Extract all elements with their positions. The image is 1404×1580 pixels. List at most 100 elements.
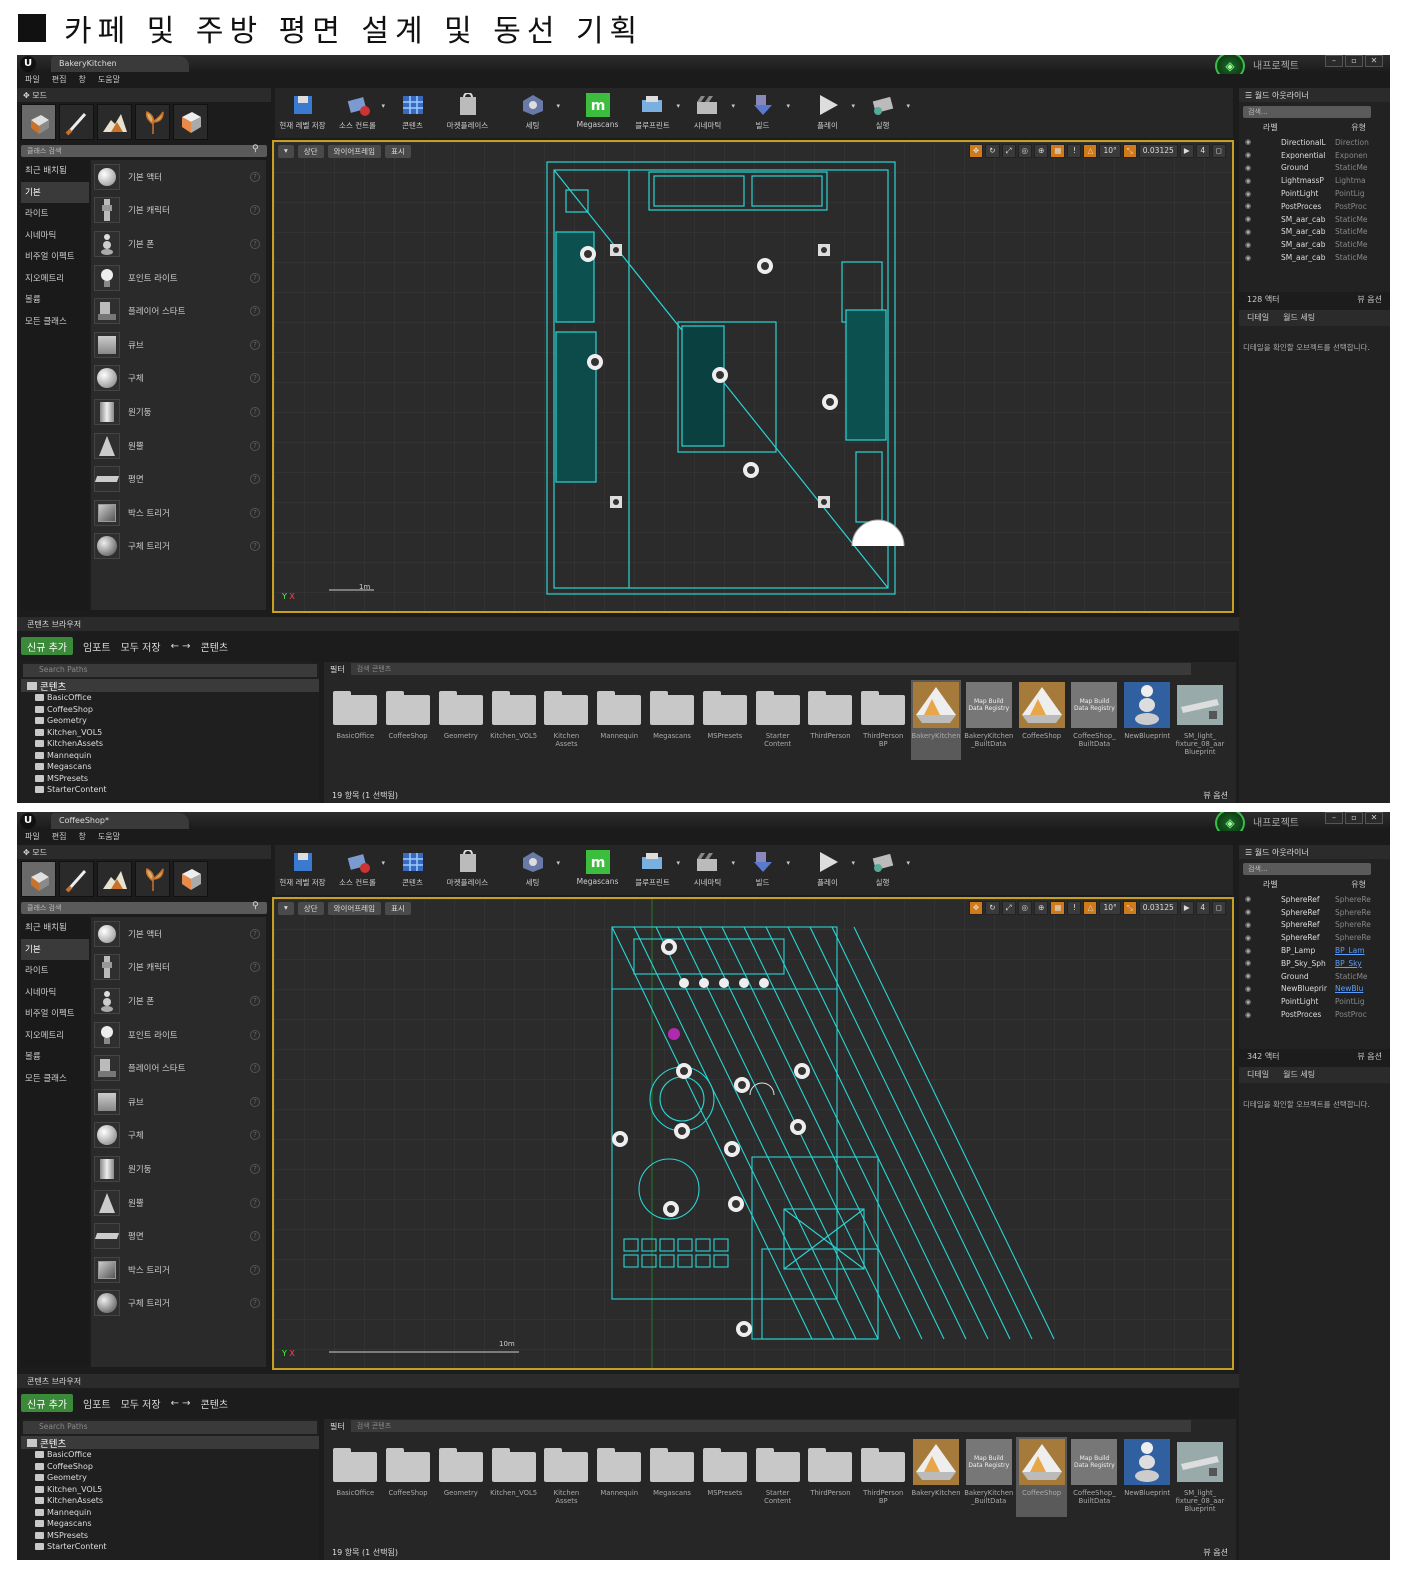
visibility-eye-icon[interactable]: ◉ (1245, 151, 1255, 159)
close-button[interactable]: ✕ (1365, 812, 1383, 824)
dropdown-arrow-icon[interactable]: ▾ (556, 102, 560, 110)
import-button[interactable]: 임포트 (83, 1396, 111, 1411)
asset-tile[interactable]: Mannequin (594, 1437, 645, 1517)
world-local-icon[interactable]: ◎ (1017, 144, 1033, 158)
asset-tile[interactable]: CoffeeShop (383, 680, 434, 760)
outliner-search-input[interactable]: 검색... (1243, 106, 1371, 118)
asset-tile[interactable]: Kitchen Assets (541, 680, 592, 760)
place-item-basic-actor[interactable]: 기본 액터? (91, 160, 266, 194)
cinematics-button[interactable]: 시네마틱 ▾ (680, 88, 735, 138)
place-item-basic-pawn[interactable]: 기본 폰? (91, 227, 266, 261)
outliner-row[interactable]: ◉ PointLight PointLig (1239, 187, 1390, 200)
outliner-row[interactable]: ◉ BP_Sky_Sph BP_Sky (1239, 957, 1390, 970)
world-local-icon[interactable]: ◎ (1017, 901, 1033, 915)
help-icon[interactable]: ? (250, 1298, 260, 1309)
menu-item[interactable]: 창 (78, 74, 85, 88)
asset-tile[interactable]: Map Build Data Registry CoffeeShop_ Built… (1069, 1437, 1120, 1517)
rotation-snap-value[interactable]: 10° (1099, 144, 1121, 158)
outliner-row[interactable]: ◉ PostProces PostProc (1239, 1008, 1390, 1021)
tree-folder[interactable]: StarterContent (21, 784, 319, 796)
category-item[interactable]: 기본 (21, 938, 89, 960)
view-mode-button[interactable]: 와이어프레임 (327, 144, 381, 158)
asset-tile[interactable]: Megascans (647, 680, 698, 760)
category-item[interactable]: 기본 (21, 181, 89, 203)
paint-mode-icon[interactable] (59, 861, 94, 897)
place-item-basic-pawn[interactable]: 기본 폰? (91, 984, 266, 1018)
help-icon[interactable]: ? (250, 474, 260, 485)
launch-button[interactable]: 실행 ▾ (855, 88, 910, 138)
type-column-header[interactable]: 유형 (1351, 879, 1366, 893)
maximize-viewport-icon[interactable]: ◻ (1211, 144, 1226, 158)
help-icon[interactable]: ? (250, 205, 260, 216)
rotation-snap-icon[interactable]: △ (1083, 144, 1098, 158)
launch-button[interactable]: 실행 ▾ (855, 845, 910, 895)
help-icon[interactable]: ? (250, 1029, 260, 1040)
maximize-viewport-icon[interactable]: ◻ (1211, 901, 1226, 915)
place-item-cube[interactable]: 큐브? (91, 1085, 266, 1119)
search-paths-input[interactable]: Search Paths (23, 664, 317, 677)
tree-root-content[interactable]: 콘텐츠 (21, 679, 319, 693)
actor-type[interactable]: NewBlu (1335, 984, 1363, 993)
scale-snap-icon[interactable]: ⤡ (1122, 144, 1137, 158)
place-mode-icon[interactable] (21, 104, 56, 140)
paint-mode-icon[interactable] (59, 104, 94, 140)
filters-button[interactable]: 필터 (330, 1421, 345, 1432)
visibility-eye-icon[interactable]: ◉ (1245, 202, 1255, 210)
outliner-row[interactable]: ◉ PointLight PointLig (1239, 995, 1390, 1008)
visibility-eye-icon[interactable]: ◉ (1245, 895, 1255, 903)
help-icon[interactable]: ? (250, 962, 260, 973)
maximize-button[interactable]: ▫ (1345, 812, 1363, 824)
visibility-eye-icon[interactable]: ◉ (1245, 921, 1255, 929)
asset-tile[interactable]: Geometry (436, 680, 487, 760)
details-tab[interactable]: 디테일 (1247, 312, 1269, 324)
place-item-player-start[interactable]: 플레이어 스타트? (91, 294, 266, 328)
tree-folder[interactable]: Mannequin (21, 750, 319, 762)
level-viewport[interactable]: ▾ 상단 와이어프레임 표시 ✥ ↻ ⤢ ◎ ⊕ ▦! △ 10° ⤡ 0.03125 ▶ 4 ◻ 1m Y X (272, 140, 1234, 613)
outliner-row[interactable]: ◉ NewBlueprir NewBlu (1239, 983, 1390, 996)
outliner-row[interactable]: ◉ BP_Lamp BP_Lam (1239, 944, 1390, 957)
translate-icon[interactable]: ✥ (968, 144, 984, 158)
outliner-row[interactable]: ◉ SphereRef SphereRe (1239, 893, 1390, 906)
search-classes-input[interactable]: 클래스 검색 (21, 145, 267, 157)
category-item[interactable]: 모든 클래스 (21, 1068, 89, 1090)
asset-tile[interactable]: BakeryKitchen (910, 680, 962, 760)
rotation-snap-value[interactable]: 10° (1099, 901, 1121, 915)
camera-speed-value[interactable]: 4 (1195, 144, 1210, 158)
asset-tile[interactable]: CoffeeShop (1016, 1437, 1067, 1517)
place-item-sphere-trigger[interactable]: 구체 트리거? (91, 1287, 266, 1321)
content-button[interactable]: 콘텐츠 (385, 845, 440, 895)
visibility-eye-icon[interactable]: ◉ (1245, 1011, 1255, 1019)
tree-folder[interactable]: CoffeeShop (21, 1461, 319, 1473)
dropdown-arrow-icon[interactable]: ▾ (786, 102, 790, 110)
visibility-eye-icon[interactable]: ◉ (1245, 177, 1255, 185)
path-breadcrumb[interactable]: 콘텐츠 (201, 1396, 229, 1411)
outliner-row[interactable]: ◉ SM_aar_cab StaticMe (1239, 238, 1390, 251)
world-settings-tab[interactable]: 월드 세팅 (1283, 1069, 1315, 1081)
category-item[interactable]: 비주얼 이펙트 (21, 1003, 89, 1025)
geometry-edit-mode-icon[interactable] (173, 104, 208, 140)
camera-speed-icon[interactable]: ▶ (1179, 901, 1194, 915)
add-new-button[interactable]: 신규 추가 (21, 1394, 73, 1412)
tree-folder[interactable]: KitchenAssets (21, 738, 319, 750)
help-icon[interactable]: ? (250, 1096, 260, 1107)
path-breadcrumb[interactable]: 콘텐츠 (201, 639, 229, 654)
outliner-row[interactable]: ◉ Exponential Exponen (1239, 149, 1390, 162)
landscape-mode-icon[interactable] (97, 861, 132, 897)
details-tab[interactable]: 디테일 (1247, 1069, 1269, 1081)
place-item-cone[interactable]: 원뿔? (91, 429, 266, 463)
help-icon[interactable]: ? (250, 1163, 260, 1174)
menu-item[interactable]: 파일 (25, 831, 40, 845)
search-content-input[interactable]: 검색 콘텐츠 (350, 663, 1191, 675)
place-item-point-light[interactable]: 포인트 라이트? (91, 1018, 266, 1052)
camera-speed-value[interactable]: 4 (1195, 901, 1210, 915)
play-button[interactable]: 플레이 ▾ (800, 845, 855, 895)
visibility-eye-icon[interactable]: ◉ (1245, 908, 1255, 916)
category-item[interactable]: 라이트 (21, 960, 89, 982)
cinematics-button[interactable]: 시네마틱 ▾ (680, 845, 735, 895)
visibility-eye-icon[interactable]: ◉ (1245, 241, 1255, 249)
outliner-row[interactable]: ◉ SM_aar_cab StaticMe (1239, 213, 1390, 226)
camera-speed-icon[interactable]: ▶ (1179, 144, 1194, 158)
help-icon[interactable]: ? (250, 1264, 260, 1275)
category-item[interactable]: 라이트 (21, 203, 89, 225)
help-icon[interactable]: ? (250, 1130, 260, 1141)
